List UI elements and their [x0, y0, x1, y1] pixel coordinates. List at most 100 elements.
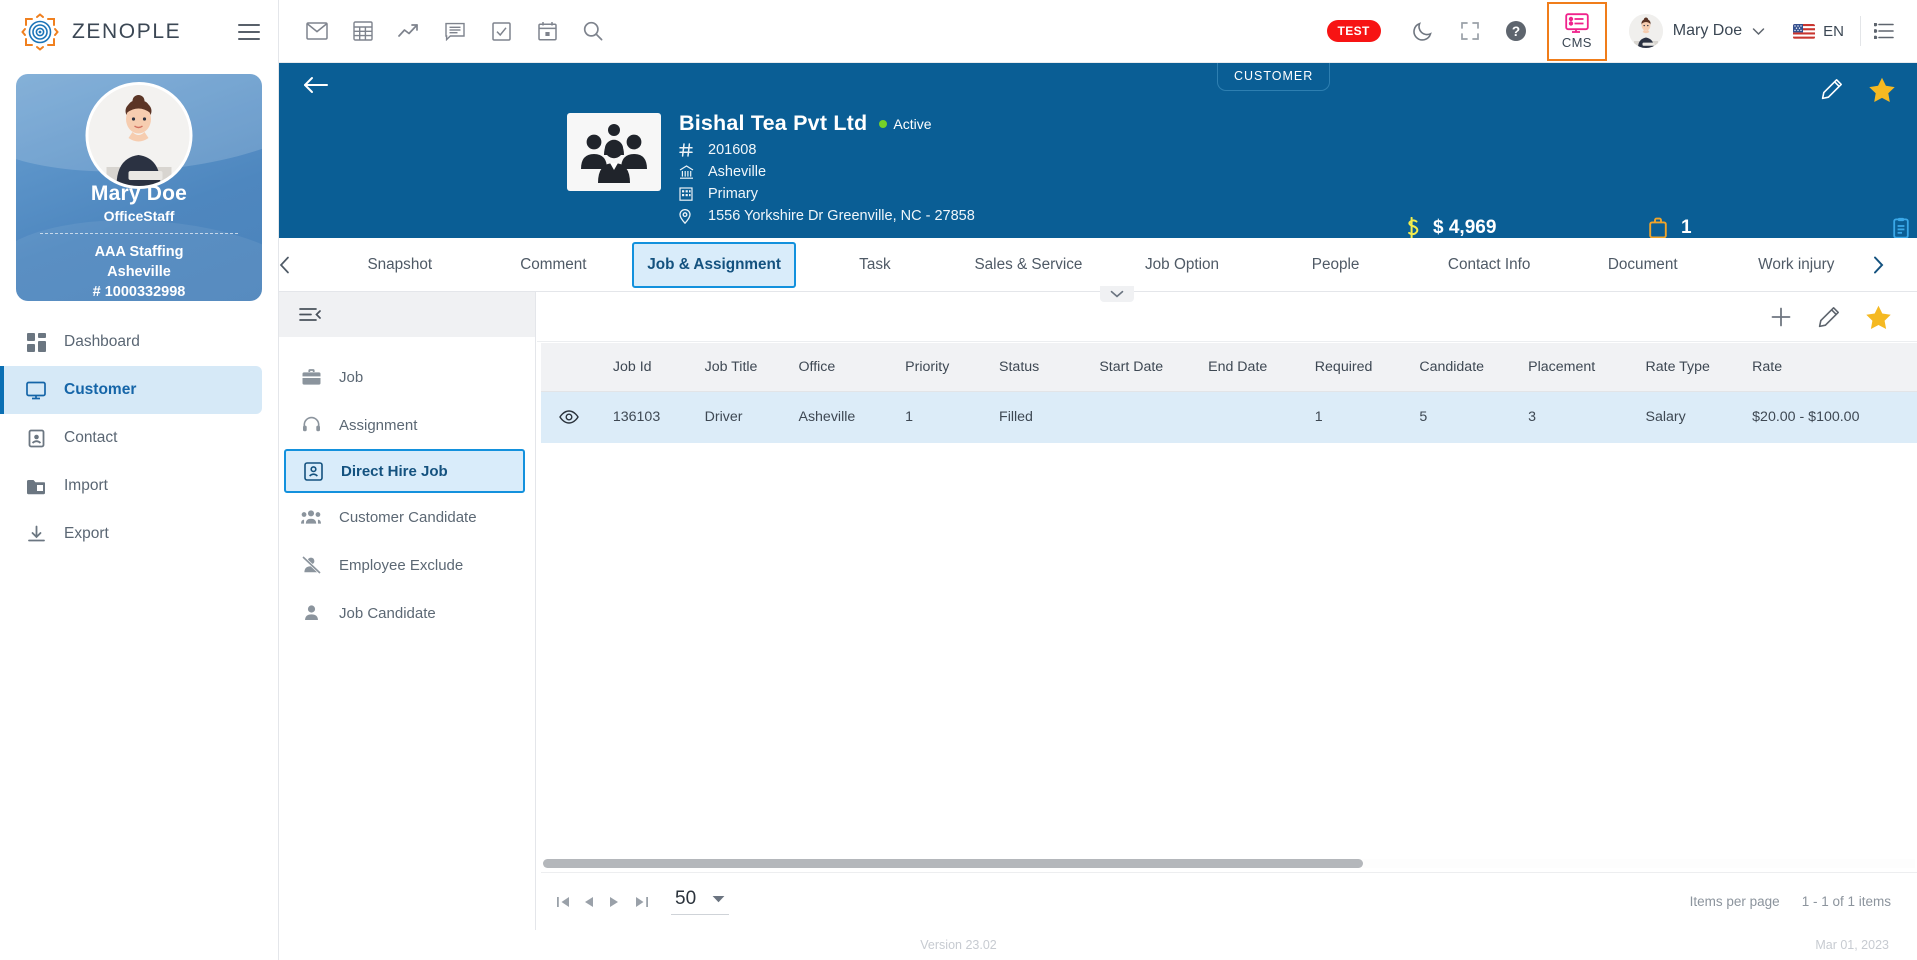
user-icon [301, 604, 321, 622]
user-name: Mary Doe [1672, 22, 1743, 39]
page-first-icon[interactable] [557, 896, 583, 908]
profile-divider [40, 233, 238, 234]
status-label: Active [893, 115, 932, 132]
clipboard-icon [1892, 217, 1910, 239]
tab-task[interactable]: Task [798, 238, 952, 291]
cms-label: CMS [1561, 34, 1592, 50]
subnav-item-employee-exclude[interactable]: Employee Exclude [279, 541, 527, 589]
topbar-quick-icons [279, 19, 605, 43]
banner-edit-icon[interactable] [1821, 78, 1843, 100]
edit-record-button[interactable] [1818, 306, 1840, 328]
cms-icon [1565, 12, 1589, 33]
app-footer: Aqore © 2023 Version 23.02 Mar 01, 2023 [0, 930, 1917, 960]
th-rate[interactable]: Rate [1742, 343, 1913, 392]
th-rate-type[interactable]: Rate Type [1635, 343, 1743, 392]
page-prev-icon[interactable] [583, 896, 609, 908]
chevron-right-icon[interactable] [1873, 256, 1917, 274]
fullscreen-icon[interactable] [1447, 22, 1493, 40]
sidebar-item-customer[interactable]: Customer [0, 366, 262, 414]
tab-snapshot[interactable]: Snapshot [323, 238, 477, 291]
th-job-title[interactable]: Job Title [694, 343, 789, 392]
subnav-item-job[interactable]: Job [279, 353, 527, 401]
direct-hire-job-table: Job Id Job Title Office Priority Status … [541, 343, 1917, 443]
subnav-item-assignment[interactable]: Assignment [279, 401, 527, 449]
page-last-icon[interactable] [635, 896, 661, 908]
data-grid-wrapper: Job Id Job Title Office Priority Status … [541, 343, 1917, 858]
th-candidate[interactable]: Candidate [1409, 343, 1519, 392]
briefcase-icon [301, 368, 321, 386]
entity-tab-bar: Snapshot Comment Job & Assignment Task S… [279, 238, 1917, 292]
th-priority[interactable]: Priority [895, 343, 990, 392]
brand-name: ZENOPLE [72, 19, 182, 43]
sidebar-item-contact[interactable]: Contact [0, 414, 278, 462]
cell-priority: 1 [905, 409, 914, 426]
cell-fee: Perc [1913, 391, 1917, 443]
th-required[interactable]: Required [1304, 343, 1410, 392]
back-arrow-icon[interactable] [303, 75, 329, 95]
row-view-icon[interactable] [541, 391, 603, 443]
sidebar-toggle-icon[interactable] [238, 19, 260, 45]
sidebar-item-export[interactable]: Export [0, 510, 278, 558]
add-record-button[interactable] [1770, 306, 1792, 328]
cell-office: Asheville [798, 409, 856, 426]
language-selector[interactable]: EN [1771, 23, 1860, 40]
th-fee[interactable]: Fee [1912, 343, 1917, 392]
th-office[interactable]: Office [788, 343, 896, 392]
calculator-icon[interactable] [351, 19, 375, 43]
table-row[interactable]: 136103 Driver Asheville 1 Filled 1 5 3 S… [541, 391, 1917, 443]
panel-collapse-toggle[interactable] [1100, 286, 1134, 302]
collapse-menu-icon[interactable] [299, 307, 321, 322]
tab-document[interactable]: Document [1566, 238, 1720, 291]
calendar-icon[interactable] [535, 19, 559, 43]
sidebar-item-label: Export [64, 525, 109, 542]
customer-banner: CUSTOMER Bishal Tea Pvt Ltd Active 20160… [279, 63, 1917, 275]
chevron-left-icon[interactable] [279, 256, 323, 274]
moon-icon[interactable] [1401, 21, 1447, 42]
tab-people[interactable]: People [1259, 238, 1413, 291]
message-icon[interactable] [443, 19, 467, 43]
tab-comment[interactable]: Comment [477, 238, 631, 291]
customer-type: Primary [708, 186, 758, 202]
profile-avatar [85, 82, 193, 189]
tab-sales-and-service[interactable]: Sales & Service [952, 238, 1106, 291]
favorite-button[interactable] [1866, 305, 1891, 329]
sidebar-nav: Dashboard Customer Contact Import Export [0, 318, 278, 558]
checkbox-icon[interactable] [489, 19, 513, 43]
cell-rate-type: Salary [1645, 409, 1686, 426]
tab-work-injury[interactable]: Work injury [1720, 238, 1874, 291]
subnav-item-direct-hire-job[interactable]: Direct Hire Job [284, 449, 525, 493]
dashboard-icon [26, 332, 46, 352]
sidebar-item-import[interactable]: Import [0, 462, 278, 510]
search-icon[interactable] [581, 19, 605, 43]
subnav-item-label: Customer Candidate [339, 508, 477, 526]
id-badge-icon [303, 461, 323, 481]
tab-job-and-assignment[interactable]: Job & Assignment [632, 241, 797, 288]
page-next-icon[interactable] [609, 896, 635, 908]
customer-icon [26, 380, 46, 400]
user-menu[interactable]: Mary Doe [1615, 14, 1771, 48]
cell-end-date [1198, 391, 1305, 443]
scrollbar-thumb[interactable] [543, 859, 1363, 868]
banner-favorite-icon[interactable] [1869, 77, 1895, 102]
th-status[interactable]: Status [989, 343, 1090, 392]
th-job-id[interactable]: Job Id [602, 343, 695, 392]
left-sidebar: ZENOPLE Mary Doe OfficeStaff AAA Staffin… [0, 0, 279, 960]
subnav-item-job-candidate[interactable]: Job Candidate [279, 589, 527, 637]
mail-icon[interactable] [305, 19, 329, 43]
briefcase-icon [1648, 217, 1668, 239]
page-size-select[interactable]: 50 [671, 888, 730, 915]
cms-button[interactable]: CMS [1546, 1, 1607, 61]
page-size-value: 50 [675, 888, 697, 909]
list-icon[interactable] [1861, 23, 1907, 39]
help-icon[interactable]: ? [1493, 20, 1539, 42]
tab-contact-info[interactable]: Contact Info [1412, 238, 1566, 291]
th-end-date[interactable]: End Date [1198, 343, 1305, 392]
subnav-item-customer-candidate[interactable]: Customer Candidate [279, 493, 527, 541]
sidebar-item-dashboard[interactable]: Dashboard [0, 318, 278, 366]
horizontal-scrollbar[interactable] [541, 856, 1917, 870]
cell-job-id: 136103 [612, 409, 661, 426]
trending-up-icon[interactable] [397, 19, 421, 43]
th-start-date[interactable]: Start Date [1089, 343, 1199, 392]
th-placement[interactable]: Placement [1518, 343, 1636, 392]
tab-job-option[interactable]: Job Option [1105, 238, 1259, 291]
